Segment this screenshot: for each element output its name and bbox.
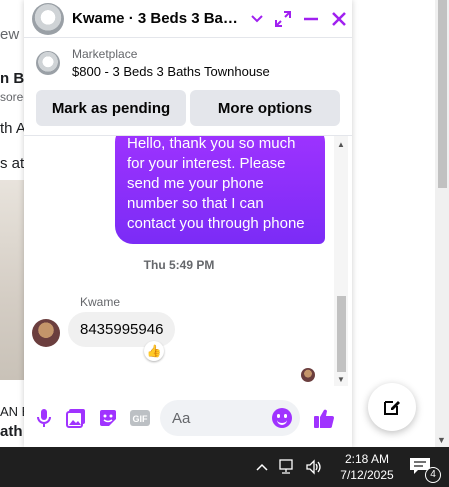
close-icon[interactable]	[330, 10, 348, 28]
sticker-icon[interactable]	[96, 406, 120, 430]
photo-icon[interactable]	[64, 406, 88, 430]
thumbs-up-reaction-icon[interactable]: 👍	[144, 341, 164, 361]
notification-count-badge: 4	[425, 467, 441, 483]
chevron-up-icon[interactable]	[251, 457, 273, 477]
chat-title[interactable]: Kwame · 3 Beds 3 Bath...	[72, 10, 240, 27]
chat-scrollbar-thumb[interactable]	[337, 296, 346, 372]
speaker-icon[interactable]	[303, 457, 325, 477]
more-options-button[interactable]: More options	[190, 90, 340, 126]
listing-source: Marketplace	[72, 47, 138, 61]
taskbar-clock[interactable]: 2:18 AM 7/12/2025	[335, 451, 399, 483]
seen-indicator-avatar	[301, 368, 315, 382]
microphone-icon[interactable]	[32, 406, 56, 430]
chevron-down-icon[interactable]	[250, 12, 264, 26]
message-input-box[interactable]	[160, 400, 300, 436]
background-text: s at	[0, 155, 25, 172]
svg-text:GIF: GIF	[133, 414, 149, 424]
message-composer: GIF	[24, 396, 352, 440]
windows-taskbar: 2:18 AM 7/12/2025 4	[0, 447, 449, 487]
sender-name: Kwame	[80, 295, 121, 309]
expand-icon[interactable]	[274, 10, 292, 28]
listing-title[interactable]: $800 - 3 Beds 3 Baths Townhouse	[72, 64, 270, 79]
network-icon[interactable]	[277, 457, 299, 477]
scroll-down-arrow-icon[interactable]: ▼	[337, 375, 345, 384]
chat-header: Kwame · 3 Beds 3 Bath...	[24, 0, 352, 38]
like-icon[interactable]	[312, 406, 336, 430]
minimize-icon[interactable]	[302, 10, 320, 28]
gif-icon[interactable]: GIF	[128, 406, 152, 430]
clock-time: 2:18 AM	[344, 452, 390, 466]
message-list: Hello, thank you so much for your intere…	[24, 136, 352, 386]
message-input[interactable]	[172, 409, 272, 427]
new-message-button[interactable]	[368, 383, 416, 431]
mark-as-pending-button[interactable]: Mark as pending	[36, 90, 186, 126]
system-tray: 2:18 AM 7/12/2025 4	[247, 447, 449, 487]
scroll-up-arrow-icon[interactable]: ▲	[337, 140, 345, 149]
notification-center-button[interactable]: 4	[409, 457, 441, 483]
compose-icon	[384, 401, 400, 415]
listing-photo[interactable]	[0, 180, 24, 380]
page-scrollbar[interactable]: ▼	[435, 0, 449, 447]
listing-thumbnail[interactable]	[36, 51, 60, 75]
background-text: ath	[0, 423, 23, 440]
scrollbar-thumb[interactable]	[438, 0, 447, 188]
scroll-down-arrow-icon[interactable]: ▼	[437, 435, 446, 445]
outgoing-message[interactable]: Hello, thank you so much for your intere…	[115, 136, 325, 244]
chat-scrollbar[interactable]: ▲ ▼	[334, 136, 348, 386]
listing-card: Marketplace $800 - 3 Beds 3 Baths Townho…	[24, 38, 352, 136]
sender-avatar[interactable]	[32, 319, 60, 347]
message-timestamp: Thu 5:49 PM	[143, 258, 215, 272]
chat-window: Kwame · 3 Beds 3 Bath... Marketplace $80…	[24, 0, 352, 447]
emoji-icon[interactable]	[272, 408, 292, 428]
clock-date: 7/12/2025	[340, 468, 394, 482]
listing-avatar[interactable]	[32, 2, 64, 35]
